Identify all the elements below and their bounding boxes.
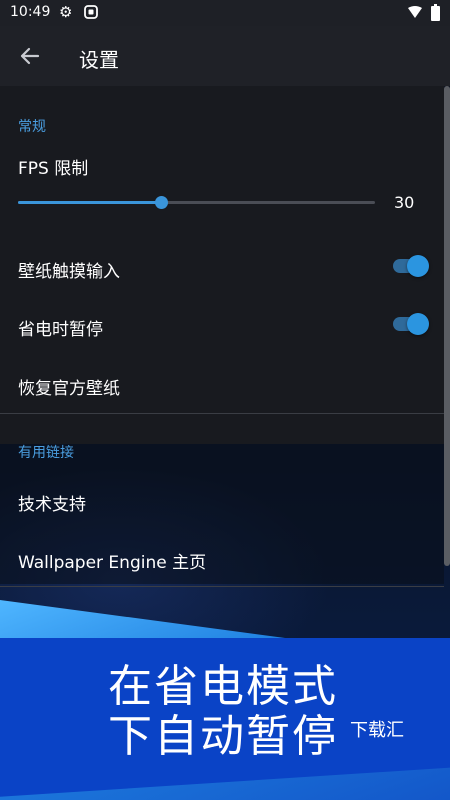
watermark-text: 下载汇	[350, 720, 404, 741]
fps-limit-value: 30	[394, 193, 415, 212]
section-label-general: 常规	[18, 119, 46, 135]
scrollbar[interactable]	[444, 86, 450, 566]
section-divider	[0, 413, 444, 414]
touch-input-toggle[interactable]	[393, 253, 429, 279]
settings-panel-general: 常规 FPS 限制 30 壁纸触摸输入 省电时暂停 恢复官方壁纸	[0, 86, 444, 444]
arrow-left-icon	[20, 47, 40, 65]
battery-icon	[431, 4, 440, 21]
power-save-pause-label: 省电时暂停	[18, 320, 103, 340]
status-bar: 10:49 ⚙	[0, 0, 450, 26]
fps-slider-fill	[18, 201, 161, 204]
app-notification-icon	[84, 5, 98, 19]
fps-limit-slider[interactable]	[18, 196, 375, 209]
back-button[interactable]	[14, 42, 46, 70]
restore-official-wallpaper-item[interactable]: 恢复官方壁纸	[18, 374, 120, 399]
fps-slider-thumb[interactable]	[154, 196, 168, 209]
settings-screen: 10:49 ⚙ 设置 常规 FPS 限制 30 壁纸触摸输入 省电时暂停 恢复官…	[0, 0, 450, 800]
page-title: 设置	[79, 48, 119, 72]
touch-input-label: 壁纸触摸输入	[18, 262, 120, 282]
settings-panel-links: 有用链接 技术支持 Wallpaper Engine 主页	[0, 444, 444, 587]
app-bar: 设置	[0, 26, 450, 86]
tech-support-link[interactable]: 技术支持	[18, 490, 86, 515]
toggle-thumb	[407, 313, 429, 335]
wifi-icon	[408, 6, 422, 18]
wallpaper-engine-homepage-link[interactable]: Wallpaper Engine 主页	[18, 548, 206, 573]
status-time: 10:49	[10, 4, 51, 20]
power-save-pause-toggle[interactable]	[393, 311, 429, 337]
toggle-thumb	[407, 255, 429, 277]
section-divider	[0, 586, 444, 587]
promo-headline-line2: 下自动暂停	[108, 711, 338, 762]
gear-icon: ⚙	[59, 3, 73, 21]
fps-limit-label: FPS 限制	[18, 159, 89, 179]
section-label-links: 有用链接	[18, 445, 74, 461]
